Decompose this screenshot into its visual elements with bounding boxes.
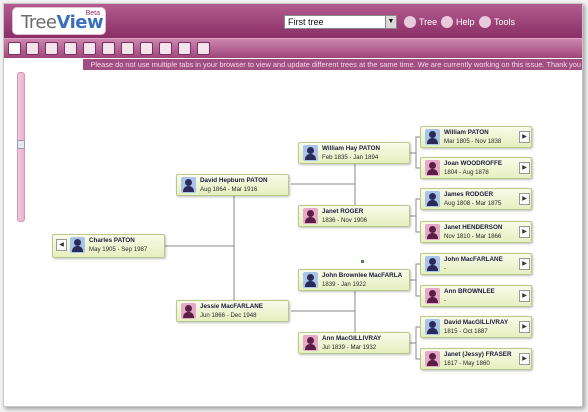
person-dates: Mar 1805 - Nov 1838 (444, 138, 502, 145)
person-name: Ann MacGILLIVRAY (322, 335, 382, 342)
male-avatar-icon (425, 129, 440, 145)
person-dates: 1836 - Nov 1906 (322, 217, 368, 224)
person-name: John Brownlee MacFARLA (322, 272, 403, 279)
navigate-forward-button[interactable]: ▶ (519, 162, 530, 174)
person-name: Janet ROGER (322, 208, 364, 215)
navigate-forward-button[interactable]: ▶ (519, 290, 530, 302)
person-name: David MacGILLIVRAY (444, 319, 509, 326)
person-dates: 1815 - Oct 1887 (444, 328, 488, 335)
person-card-great-grandparent-5[interactable]: John MacFARLANE - ▶ (420, 253, 532, 275)
female-avatar-icon (303, 335, 318, 351)
navigate-forward-button[interactable]: ▶ (519, 353, 530, 365)
person-dates: 1804 - Aug 1878 (444, 169, 489, 176)
person-name: Ann BROWNLEE (444, 288, 495, 295)
person-card-great-grandparent-7[interactable]: David MacGILLIVRAY 1815 - Oct 1887 ▶ (420, 316, 532, 338)
person-card-mother[interactable]: Jessie MacFARLANE Jun 1866 - Dec 1948 (176, 300, 289, 322)
person-card-great-grandparent-2[interactable]: Joan WOODROFFE 1804 - Aug 1878 ▶ (420, 157, 532, 179)
female-avatar-icon (425, 160, 440, 176)
male-avatar-icon (181, 177, 196, 193)
person-dates: - (444, 265, 447, 272)
person-dates: Jun 1866 - Dec 1948 (200, 312, 257, 319)
connector-pgm-g3 (410, 198, 420, 217)
navigate-forward-button[interactable]: ▶ (519, 193, 530, 205)
navigate-forward-button[interactable]: ▶ (519, 131, 530, 143)
male-avatar-icon (70, 237, 85, 253)
navigate-forward-button[interactable]: ▶ (519, 321, 530, 333)
female-avatar-icon (425, 288, 440, 304)
female-avatar-icon (181, 303, 196, 319)
person-card-great-grandparent-8[interactable]: Janet (Jessy) FRASER 1817 - May 1860 ▶ (420, 348, 532, 370)
person-card-great-grandparent-4[interactable]: Janet HENDERSON Nov 1810 - Mar 1866 ▶ (420, 221, 532, 243)
person-name: Joan WOODROFFE (444, 160, 503, 167)
person-card-root[interactable]: ◀ Charles PATON May 1905 - Sep 1987 (52, 234, 165, 258)
female-avatar-icon (425, 224, 440, 240)
person-dates: 1839 - Jan 1922 (322, 281, 367, 288)
person-card-paternal-grandmother[interactable]: Janet ROGER 1836 - Nov 1906 (298, 205, 410, 227)
navigate-back-button[interactable]: ◀ (56, 239, 67, 251)
person-dates: Jul 1839 - Mar 1932 (322, 344, 377, 351)
person-card-father[interactable]: David Hepburn PATON Aug 1864 - Mar 1916 (176, 174, 289, 196)
male-avatar-icon (303, 145, 318, 161)
person-card-maternal-grandfather[interactable]: John Brownlee MacFARLA 1839 - Jan 1922 (298, 269, 410, 291)
person-card-great-grandparent-3[interactable]: James RODGER Aug 1808 - Mar 1875 ▶ (420, 188, 532, 210)
person-name: Janet HENDERSON (444, 224, 503, 231)
canvas-marker (361, 260, 364, 263)
navigate-forward-button[interactable]: ▶ (519, 258, 530, 270)
person-dates: May 1905 - Sep 1987 (89, 246, 148, 253)
person-name: Janet (Jessy) FRASER (444, 351, 512, 358)
person-dates: Nov 1810 - Mar 1866 (444, 233, 502, 240)
person-dates: Feb 1835 - Jan 1894 (322, 154, 379, 161)
male-avatar-icon (425, 191, 440, 207)
person-name: William Hay PATON (322, 145, 381, 152)
person-card-paternal-grandfather[interactable]: William Hay PATON Feb 1835 - Jan 1894 (298, 142, 410, 164)
male-avatar-icon (425, 319, 440, 335)
app-window: TreeView Beta First tree ▼ Tree Help Too… (3, 3, 583, 407)
person-card-great-grandparent-6[interactable]: Ann BROWNLEE - ▶ (420, 285, 532, 307)
person-name: John MacFARLANE (444, 256, 503, 263)
connector-pgf-g1 (410, 136, 420, 154)
person-name: James RODGER (444, 191, 493, 198)
person-card-great-grandparent-1[interactable]: William PATON Mar 1805 - Nov 1838 ▶ (420, 126, 532, 148)
person-dates: Aug 1808 - Mar 1875 (444, 200, 502, 207)
person-name: Jessie MacFARLANE (200, 303, 263, 310)
person-card-maternal-grandmother[interactable]: Ann MacGILLIVRAY Jul 1839 - Mar 1932 (298, 332, 410, 354)
female-avatar-icon (303, 208, 318, 224)
person-dates: - (444, 297, 447, 304)
male-avatar-icon (303, 272, 318, 288)
person-name: David Hepburn PATON (200, 177, 268, 184)
male-avatar-icon (425, 256, 440, 272)
person-name: Charles PATON (89, 237, 135, 244)
connector-mgm-g7 (410, 326, 420, 344)
navigate-forward-button[interactable]: ▶ (519, 226, 530, 238)
person-dates: Aug 1864 - Mar 1916 (200, 186, 258, 193)
female-avatar-icon (425, 351, 440, 367)
person-dates: 1817 - May 1860 (444, 360, 490, 367)
connector-mgf-g5 (410, 263, 420, 281)
person-name: William PATON (444, 129, 489, 136)
